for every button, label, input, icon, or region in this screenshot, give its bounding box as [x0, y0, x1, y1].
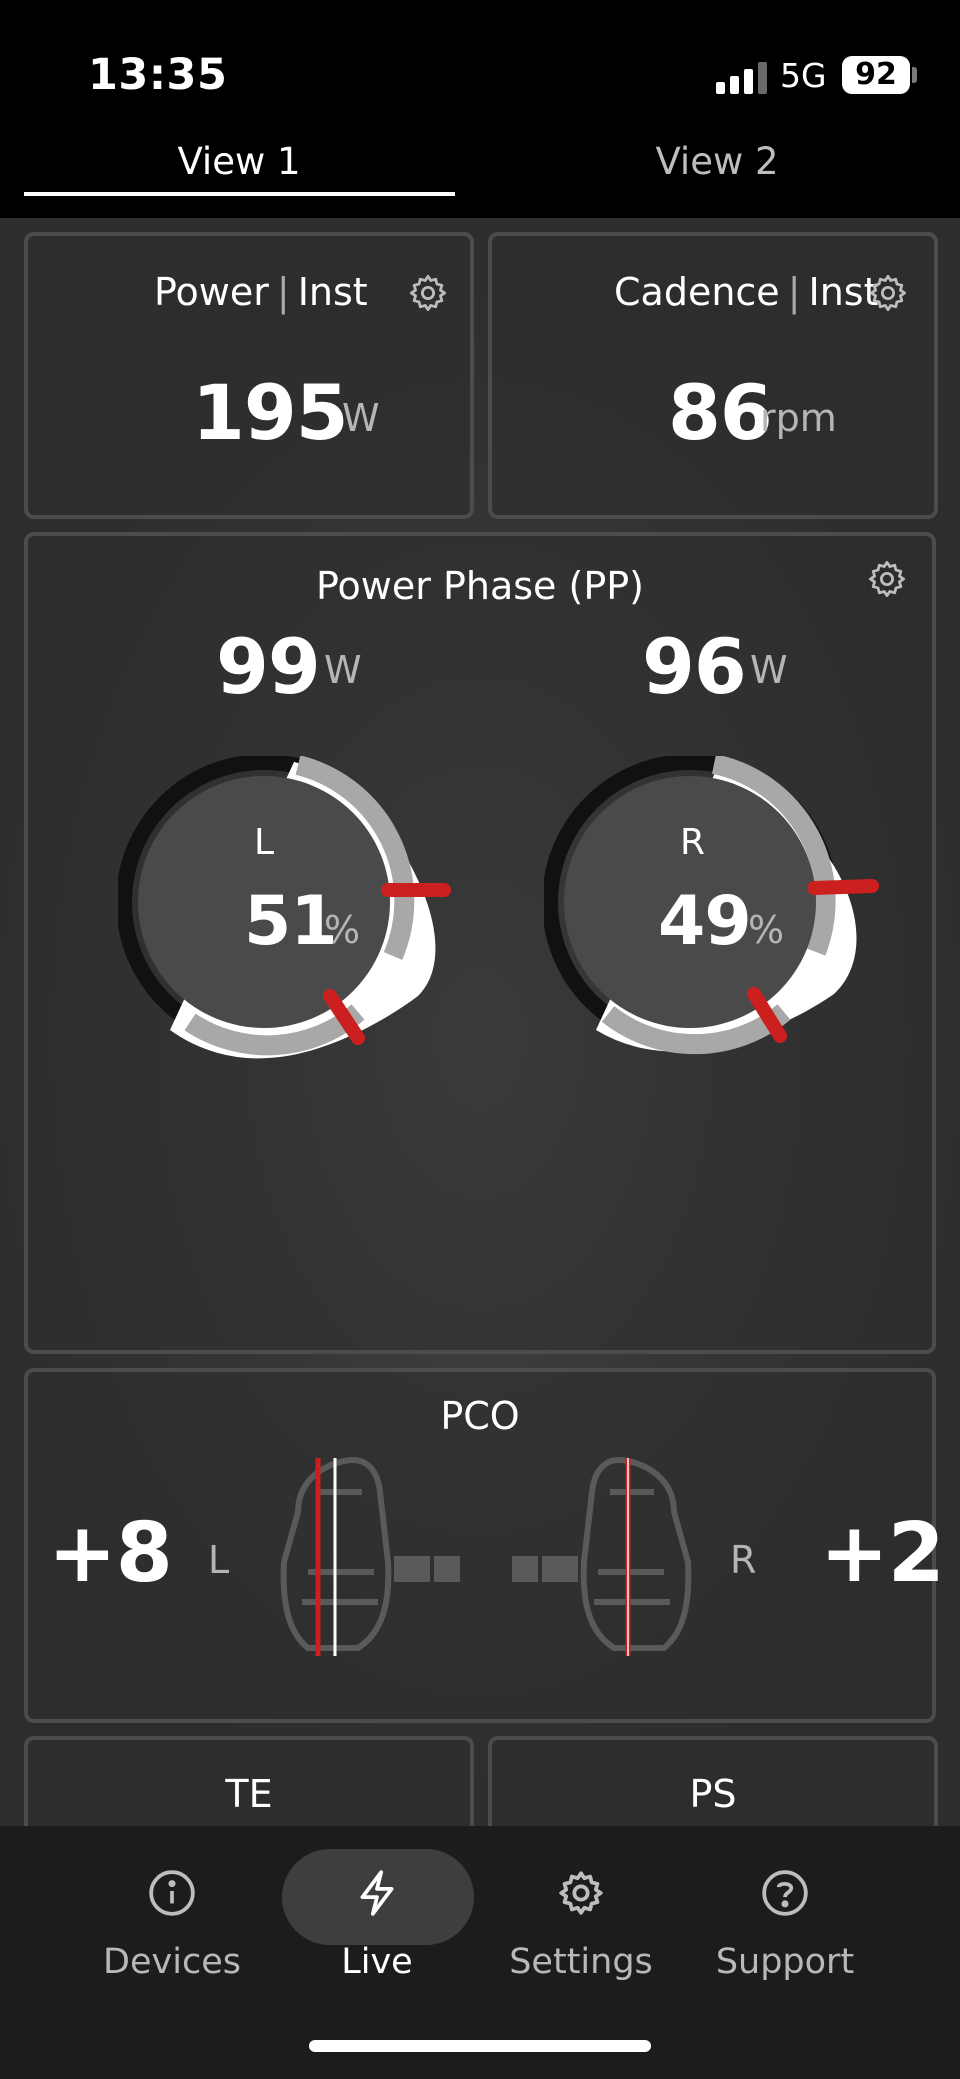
nav-item-devices[interactable]: Devices [77, 1846, 267, 2016]
nav-item-settings[interactable]: Settings [486, 1846, 676, 2016]
power-title: Power [154, 270, 269, 314]
nav-label-live: Live [341, 1942, 413, 1982]
home-indicator[interactable] [309, 2040, 651, 2052]
pp-left-watts: 99 [216, 622, 321, 711]
status-bar: 13:35 5G 92 [0, 0, 960, 130]
pp-right-balance: 49 [658, 882, 752, 961]
cadence-header: Cadence | Inst [614, 270, 879, 314]
info-icon [149, 1870, 195, 1916]
power-mode: Inst [297, 270, 368, 314]
gear-icon [559, 1871, 603, 1915]
pp-left-balance-unit: % [324, 908, 361, 952]
lightning-icon [360, 1870, 394, 1916]
pco-panel[interactable]: PCO +8 L R +2 [24, 1368, 945, 1723]
power-phase-panel[interactable]: Power Phase (PP) 99 W 96 W L 51 % R 49 % [24, 532, 936, 1354]
nav-label-devices: Devices [103, 1942, 241, 1982]
pp-left-balance: 51 [244, 882, 338, 961]
nav-label-settings: Settings [509, 1942, 653, 1982]
signal-icon [716, 62, 767, 94]
cadence-panel[interactable]: Cadence | Inst 86 rpm [488, 232, 938, 519]
pp-left-watts-unit: W [324, 648, 362, 692]
tab-view-1[interactable]: View 1 [24, 140, 454, 183]
battery-icon: 92 [842, 56, 910, 94]
pco-title: PCO [440, 1394, 520, 1438]
te-title: TE [225, 1772, 273, 1816]
pco-right-side-label: R [730, 1538, 757, 1582]
pco-right-value: +2 [820, 1506, 945, 1601]
nav-label-support: Support [715, 1942, 855, 1982]
header-divider: | [276, 270, 290, 314]
pp-right-balance-unit: % [748, 908, 785, 952]
cadence-title: Cadence [614, 270, 780, 314]
help-icon [762, 1870, 808, 1916]
nav-item-support[interactable]: Support [690, 1846, 880, 2016]
power-panel[interactable]: Power | Inst 195 W [24, 232, 474, 519]
pco-left-value: +8 [48, 1506, 173, 1601]
power-header: Power | Inst [154, 270, 368, 314]
left-pedal-icon [280, 1456, 460, 1656]
ps-title: PS [689, 1772, 737, 1816]
status-time: 13:35 [88, 50, 228, 100]
network-type: 5G [780, 56, 827, 95]
power-phase-settings-gear-icon[interactable] [866, 558, 908, 600]
live-content: Power | Inst 195 W Cadence | Inst 86 rpm Pow… [0, 218, 960, 2023]
power-unit: W [342, 396, 380, 440]
pp-left-side-label: L [254, 822, 275, 863]
pp-right-watts-unit: W [750, 648, 788, 692]
power-settings-gear-icon[interactable] [407, 272, 449, 314]
pp-right-watts: 96 [642, 622, 747, 711]
battery-level: 92 [855, 57, 897, 92]
pco-left-side-label: L [208, 1538, 230, 1582]
pp-right-side-label: R [680, 822, 706, 863]
battery-tip [912, 67, 917, 83]
tab-active-indicator [24, 192, 455, 196]
power-phase-title: Power Phase (PP) [316, 564, 644, 608]
cadence-unit: rpm [760, 396, 837, 440]
right-pedal-icon [512, 1456, 692, 1656]
nav-item-live[interactable]: Live [282, 1846, 472, 2016]
header-divider: | [787, 270, 801, 314]
cadence-settings-gear-icon[interactable] [867, 272, 909, 314]
power-value: 195 [192, 368, 349, 457]
cadence-value: 86 [668, 368, 773, 457]
tab-view-2[interactable]: View 2 [502, 140, 932, 183]
view-tabs: View 1 View 2 [0, 130, 960, 218]
